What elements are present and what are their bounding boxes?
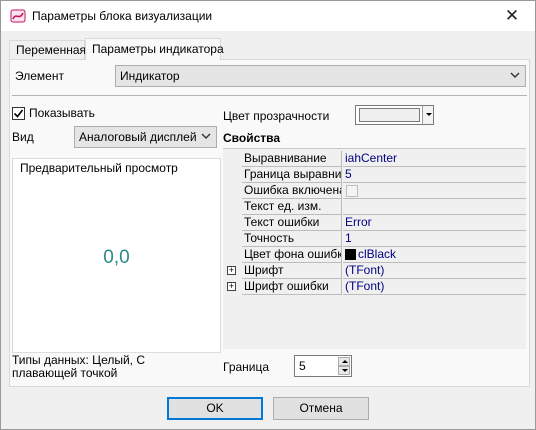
show-label: Показывать	[29, 106, 95, 120]
prop-value: 5	[343, 167, 526, 183]
properties-title: Свойства	[223, 131, 281, 145]
prop-row-alignment[interactable]: Выравнивание iahCenter	[223, 151, 526, 167]
border-spin-edit[interactable]: 5	[294, 355, 352, 377]
chevron-down-icon	[201, 133, 211, 139]
prop-value: Error	[343, 215, 526, 231]
tab-panel: Элемент Индикатор Показывать Вид Аналого…	[9, 59, 530, 387]
title-bar: Параметры блока визуализации ✕	[1, 1, 535, 31]
color-swatch	[345, 249, 356, 260]
transparency-color-picker[interactable]	[355, 105, 434, 125]
prop-value: 1	[343, 231, 526, 247]
preview-title: Предварительный просмотр	[18, 161, 180, 175]
spin-down-icon	[342, 369, 348, 372]
spin-up-icon	[342, 360, 348, 363]
window-title: Параметры блока визуализации	[32, 9, 213, 23]
border-spin-value: 5	[299, 359, 306, 373]
separator	[12, 95, 527, 96]
prop-value: (TFont)	[343, 279, 526, 295]
element-label: Элемент	[15, 69, 64, 83]
prop-value	[343, 199, 526, 215]
prop-value-color: clBlack	[343, 247, 526, 263]
data-types-text: Типы данных: Целый, С плавающей точкой	[12, 353, 146, 380]
tab-indicator-params-label: Параметры индикатора	[92, 42, 224, 56]
expand-icon[interactable]: +	[227, 266, 236, 275]
close-icon: ✕	[504, 6, 520, 25]
prop-row-error-enabled[interactable]: Ошибка включена	[223, 183, 526, 199]
prop-name: Граница выравнива	[242, 167, 342, 183]
prop-row-error-text[interactable]: Текст ошибки Error	[223, 215, 526, 231]
prop-name: Цвет фона ошибки	[242, 247, 342, 263]
prop-name: Точность	[242, 231, 342, 247]
prop-value: (TFont)	[343, 263, 526, 279]
property-inspector: Выравнивание iahCenter Граница выравнива…	[223, 148, 526, 349]
spin-up-button[interactable]	[338, 357, 350, 366]
tab-indicator-params[interactable]: Параметры индикатора	[85, 38, 224, 60]
element-select[interactable]: Индикатор	[115, 65, 526, 87]
view-select-value: Аналоговый дисплей	[79, 130, 197, 144]
show-checkbox[interactable]	[12, 107, 25, 120]
prop-name: Выравнивание	[242, 151, 342, 167]
prop-row-error-font[interactable]: + Шрифт ошибки (TFont)	[223, 279, 526, 295]
color-dropdown-button[interactable]	[422, 106, 433, 124]
cancel-button-label: Отмена	[299, 401, 343, 415]
prop-row-precision[interactable]: Точность 1	[223, 231, 526, 247]
prop-name: Шрифт	[242, 263, 342, 279]
prop-row-error-bg-color[interactable]: Цвет фона ошибки clBlack	[223, 247, 526, 263]
app-icon	[10, 9, 26, 23]
dialog-window: Параметры блока визуализации ✕ Переменна…	[0, 0, 536, 430]
close-button[interactable]: ✕	[489, 1, 535, 31]
prop-value: iahCenter	[343, 151, 526, 167]
chevron-down-icon	[426, 113, 432, 116]
prop-row-font[interactable]: + Шрифт (TFont)	[223, 263, 526, 279]
border-label: Граница	[223, 360, 270, 374]
view-select[interactable]: Аналоговый дисплей	[74, 126, 217, 148]
transparency-label: Цвет прозрачности	[223, 109, 330, 123]
expand-icon[interactable]: +	[227, 282, 236, 291]
transparency-color-swatch	[359, 108, 420, 122]
ok-button[interactable]: OK	[167, 397, 263, 420]
prop-name: Ошибка включена	[242, 183, 342, 199]
cancel-button[interactable]: Отмена	[273, 397, 369, 420]
tab-variable-label: Переменная	[16, 43, 86, 57]
checkmark-icon	[13, 109, 24, 118]
preview-value: 0,0	[103, 247, 130, 268]
chevron-down-icon	[510, 72, 520, 78]
element-select-value: Индикатор	[120, 69, 180, 83]
prop-name: Шрифт ошибки	[242, 279, 342, 295]
spin-down-button[interactable]	[338, 366, 350, 375]
tab-variable[interactable]: Переменная	[9, 40, 86, 59]
prop-name: Текст ошибки	[242, 215, 342, 231]
prop-row-units-text[interactable]: Текст ед. изм.	[223, 199, 526, 215]
prop-value: clBlack	[358, 247, 397, 261]
prop-row-align-border[interactable]: Граница выравнива 5	[223, 167, 526, 183]
prop-name: Текст ед. изм.	[242, 199, 342, 215]
prop-value-checkbox-cell	[343, 183, 526, 199]
view-label: Вид	[12, 130, 34, 144]
preview-panel: Предварительный просмотр 0,0	[12, 158, 221, 353]
error-enabled-checkbox[interactable]	[346, 185, 358, 197]
ok-button-label: OK	[206, 401, 224, 415]
